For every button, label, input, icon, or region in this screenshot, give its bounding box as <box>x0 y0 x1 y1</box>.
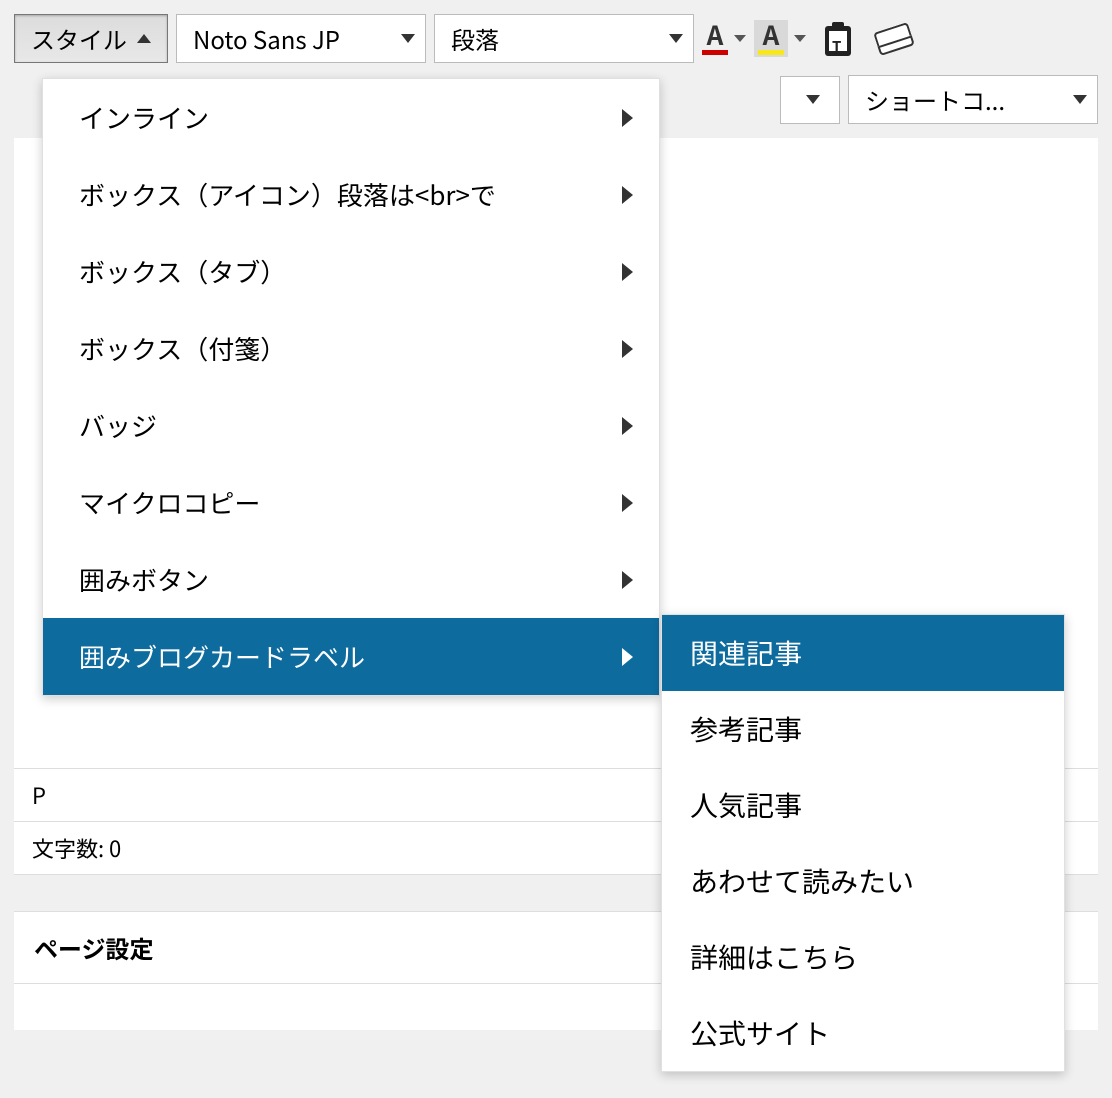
paste-clipboard-button[interactable]: T <box>814 15 862 63</box>
clipboard-icon: T <box>823 22 853 56</box>
background-color-button[interactable]: A <box>754 20 806 57</box>
submenu-item[interactable]: 人気記事 <box>662 767 1064 843</box>
font-family-value: Noto Sans JP <box>193 21 340 56</box>
caret-down-icon <box>794 35 806 42</box>
caret-down-icon <box>401 34 415 43</box>
submenu-item[interactable]: 詳細はこちら <box>662 919 1064 995</box>
style-menu-item[interactable]: 囲みボタン <box>43 541 659 618</box>
path-value: P <box>32 779 46 811</box>
text-color-letter-icon: A <box>707 22 724 48</box>
style-menu-item-label: ボックス（タブ） <box>79 253 286 290</box>
paragraph-format-select[interactable]: 段落 <box>434 14 694 63</box>
editor-toolbar-row1: スタイル Noto Sans JP 段落 A A T <box>0 0 1112 69</box>
bg-color-letter-icon: A <box>763 22 780 48</box>
submenu-item-label: 公式サイト <box>690 1013 830 1053</box>
chevron-right-icon <box>622 648 633 666</box>
text-color-bar-icon <box>702 50 728 55</box>
text-color-button[interactable]: A <box>702 22 746 55</box>
unknown-select[interactable] <box>780 76 840 124</box>
style-menu-item-label: マイクロコピー <box>79 484 260 521</box>
blogcard-label-submenu: 関連記事参考記事人気記事あわせて読みたい詳細はこちら公式サイト <box>661 614 1065 1072</box>
style-menu-item[interactable]: 囲みブログカードラベル <box>43 618 659 695</box>
submenu-item[interactable]: あわせて読みたい <box>662 843 1064 919</box>
style-dropdown-button[interactable]: スタイル <box>14 14 168 63</box>
shortcode-value: ショートコ... <box>865 82 1005 117</box>
submenu-item-label: 関連記事 <box>690 633 802 673</box>
chevron-right-icon <box>622 263 633 281</box>
style-menu-item[interactable]: ボックス（タブ） <box>43 233 659 310</box>
style-menu: インラインボックス（アイコン）段落は<br>でボックス（タブ） ボックス（付箋） バ… <box>42 78 660 696</box>
chevron-right-icon <box>622 186 633 204</box>
style-menu-item[interactable]: マイクロコピー <box>43 464 659 541</box>
submenu-item[interactable]: 関連記事 <box>662 615 1064 691</box>
style-menu-item[interactable]: インライン <box>43 79 659 156</box>
caret-down-icon <box>734 35 746 42</box>
caret-down-icon <box>1073 95 1087 104</box>
submenu-item[interactable]: 公式サイト <box>662 995 1064 1071</box>
chevron-right-icon <box>622 109 633 127</box>
font-family-select[interactable]: Noto Sans JP <box>176 14 426 63</box>
eraser-icon <box>873 22 915 56</box>
shortcode-select[interactable]: ショートコ... <box>848 75 1098 124</box>
caret-down-icon <box>669 34 683 43</box>
style-dropdown-label: スタイル <box>31 21 127 56</box>
style-menu-item-label: ボックス（付箋） <box>79 330 286 367</box>
caret-up-icon <box>137 34 151 43</box>
clear-format-button[interactable] <box>870 15 918 63</box>
chevron-right-icon <box>622 571 633 589</box>
style-menu-item[interactable]: バッジ <box>43 387 659 464</box>
style-menu-item[interactable]: ボックス（アイコン）段落は<br>で <box>43 156 659 233</box>
chevron-right-icon <box>622 417 633 435</box>
style-menu-item-label: ボックス（アイコン）段落は<br>で <box>79 176 496 213</box>
submenu-item-label: あわせて読みたい <box>690 861 914 901</box>
style-menu-item-label: バッジ <box>79 407 157 444</box>
charcount-label: 文字数: 0 <box>32 832 121 864</box>
bg-color-bar-icon <box>758 50 784 55</box>
submenu-item-label: 詳細はこちら <box>690 937 858 977</box>
chevron-right-icon <box>622 340 633 358</box>
chevron-right-icon <box>622 494 633 512</box>
style-menu-item[interactable]: ボックス（付箋） <box>43 310 659 387</box>
submenu-item-label: 人気記事 <box>690 785 802 825</box>
style-menu-item-label: インライン <box>79 99 209 136</box>
style-menu-item-label: 囲みブログカードラベル <box>79 638 365 675</box>
submenu-item[interactable]: 参考記事 <box>662 691 1064 767</box>
style-menu-item-label: 囲みボタン <box>79 561 209 598</box>
page-settings-title: ページ設定 <box>34 930 154 965</box>
submenu-item-label: 参考記事 <box>690 709 802 749</box>
caret-down-icon <box>806 95 820 104</box>
paragraph-format-value: 段落 <box>451 21 499 56</box>
